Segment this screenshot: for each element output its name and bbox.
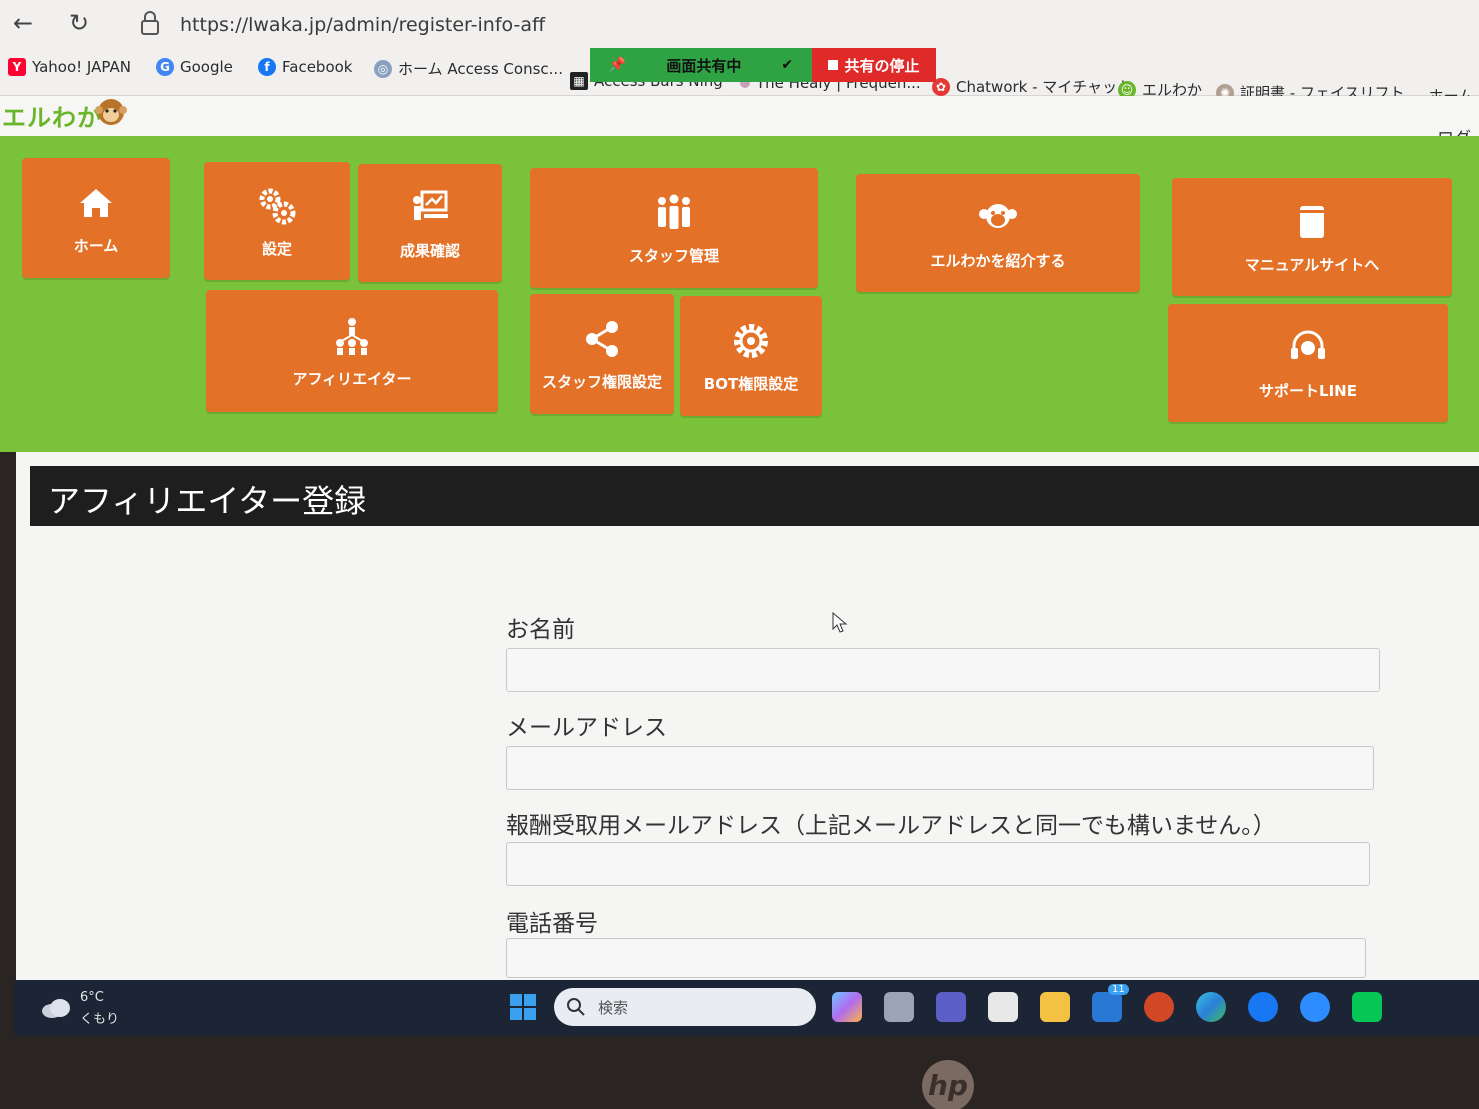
screen-share-bar: 📌 画面共有中 ✔ 共有の停止 (590, 48, 936, 82)
share-status-label: 画面共有中 (666, 56, 742, 75)
windows-taskbar: 6°C くもり 検索 11 (14, 980, 1479, 1036)
main-menu: ホーム 設定 成果確認 スタッフ管理 エルわかを紹介する マニュアルサイトへ ア… (0, 136, 1479, 452)
page-title-bar: アフィリエイター登録 (30, 466, 1479, 526)
site-logo[interactable]: エルわか (2, 98, 102, 133)
menu-introduce-button[interactable]: エルわかを紹介する (856, 174, 1140, 292)
yahoo-icon: Y (8, 58, 26, 76)
reload-icon[interactable]: ↻ (64, 8, 94, 38)
search-icon (567, 998, 585, 1016)
page-content (16, 452, 1479, 980)
menu-staff-permission-button[interactable]: スタッフ権限設定 (530, 294, 674, 414)
menu-staff-button[interactable]: スタッフ管理 (530, 168, 818, 288)
book-icon (1300, 205, 1324, 238)
google-icon: G (156, 58, 174, 76)
qr-icon: ▦ (570, 72, 588, 90)
phone-input[interactable] (506, 938, 1366, 978)
line-icon[interactable] (1352, 992, 1382, 1022)
bookmark-google[interactable]: G Google (156, 58, 233, 76)
task-view-icon[interactable] (884, 992, 914, 1022)
name-label: お名前 (506, 617, 575, 643)
org-chart-icon (336, 317, 368, 355)
windows-start-icon[interactable] (508, 992, 538, 1022)
name-input[interactable] (506, 648, 1380, 692)
hp-logo: hp (922, 1060, 974, 1109)
back-arrow-icon[interactable]: ← (8, 8, 38, 38)
weather-temperature: 6°C (80, 990, 104, 1005)
headset-icon (1291, 330, 1325, 359)
zoom-icon[interactable] (1300, 992, 1330, 1022)
address-bar[interactable]: https://lwaka.jp/admin/register-info-aff (180, 14, 545, 36)
bookmark-label: ホーム Access Consc... (398, 60, 563, 78)
menu-home-label: ホーム (73, 236, 119, 255)
mouse-cursor-icon (832, 612, 848, 633)
bookmark-label: Google (180, 58, 233, 76)
page-title: アフィリエイター登録 (48, 482, 367, 520)
menu-introduce-label: エルわかを紹介する (930, 251, 1066, 270)
shield-check-icon: ✔ (781, 57, 794, 73)
menu-staff-label: スタッフ管理 (628, 246, 719, 265)
bookmark-label: Yahoo! JAPAN (32, 58, 131, 76)
bookmark-facebook[interactable]: f Facebook (258, 58, 352, 76)
presentation-icon (413, 190, 448, 220)
pin-icon[interactable]: 📌 (609, 57, 626, 73)
laptop-bezel (0, 1036, 1479, 1109)
home-icon (80, 188, 112, 217)
cloud-icon[interactable] (40, 996, 72, 1020)
monkey-logo-icon (95, 99, 127, 125)
menu-staff-permission-label: スタッフ権限設定 (541, 372, 662, 391)
menu-support-line-label: サポートLINE (1259, 381, 1357, 400)
edge-icon[interactable] (1196, 992, 1226, 1022)
email-input[interactable] (506, 746, 1374, 790)
lock-icon[interactable] (138, 10, 162, 36)
menu-results-label: 成果確認 (399, 241, 460, 260)
menu-settings-button[interactable]: 設定 (204, 162, 350, 280)
browser-chrome: ← ↻ https://lwaka.jp/admin/register-info… (0, 0, 1479, 124)
browser-toolbar: ← ↻ https://lwaka.jp/admin/register-info… (0, 0, 1479, 52)
email-label: メールアドレス (506, 715, 667, 741)
gears-icon (259, 188, 296, 224)
menu-bot-permission-button[interactable]: BOT権限設定 (680, 296, 822, 416)
bookmark-label: Chatwork - マイチャット (956, 78, 1133, 96)
mail-badge: 11 (1108, 984, 1129, 995)
bookmark-yahoo[interactable]: Y Yahoo! JAPAN (8, 58, 131, 76)
facebook-icon[interactable] (1248, 992, 1278, 1022)
monkey-icon (979, 203, 1017, 228)
menu-home-button[interactable]: ホーム (22, 158, 170, 278)
weather-condition: くもり (80, 1012, 120, 1027)
payout-email-input[interactable] (506, 842, 1370, 886)
store-icon[interactable] (988, 992, 1018, 1022)
menu-settings-label: 設定 (261, 239, 292, 258)
taskbar-search-box[interactable]: 検索 (554, 988, 816, 1026)
menu-manual-button[interactable]: マニュアルサイトへ (1172, 178, 1452, 296)
mail-icon[interactable]: 11 (1092, 984, 1129, 1022)
globe-icon: ◎ (374, 59, 392, 78)
file-explorer-icon[interactable] (1040, 992, 1070, 1022)
menu-bot-permission-label: BOT権限設定 (703, 374, 799, 393)
search-placeholder: 検索 (598, 999, 629, 1017)
stop-icon (828, 60, 839, 70)
menu-affiliator-button[interactable]: アフィリエイター (206, 290, 498, 412)
facebook-icon: f (258, 58, 276, 76)
bookmark-chatwork[interactable]: ✿ Chatwork - マイチャット (932, 76, 1132, 97)
payout-email-label: 報酬受取用メールアドレス（上記メールアドレスと同一でも構いません。） (506, 813, 1276, 839)
stop-sharing-label: 共有の停止 (844, 56, 920, 75)
phone-label: 電話番号 (506, 911, 598, 937)
menu-manual-label: マニュアルサイトへ (1244, 255, 1380, 274)
menu-results-button[interactable]: 成果確認 (358, 164, 502, 282)
powerpoint-icon[interactable] (1144, 992, 1174, 1022)
share-icon (586, 320, 618, 357)
bookmark-access-consc[interactable]: ◎ ホーム Access Consc... (374, 58, 563, 79)
copilot-icon[interactable] (832, 992, 862, 1022)
teams-icon[interactable] (936, 992, 966, 1022)
share-status-badge: 📌 画面共有中 ✔ (590, 48, 812, 82)
menu-affiliator-label: アフィリエイター (292, 369, 412, 388)
gear-icon (734, 323, 768, 358)
menu-support-line-button[interactable]: サポートLINE (1168, 304, 1448, 422)
people-icon (658, 194, 690, 229)
stop-sharing-button[interactable]: 共有の停止 (812, 48, 936, 82)
site-header (0, 96, 1479, 136)
bookmark-label: Facebook (282, 58, 353, 76)
